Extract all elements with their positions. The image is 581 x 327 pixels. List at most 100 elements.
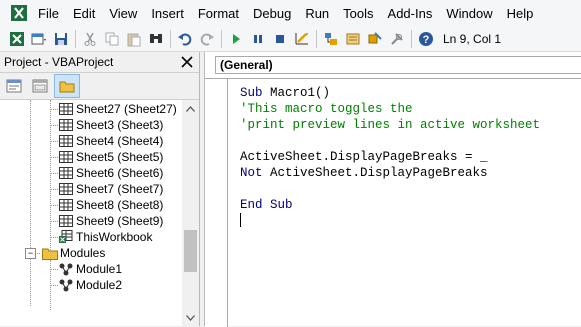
tree-line — [50, 269, 58, 270]
tree-item-sheet4[interactable]: Sheet4 (Sheet4) — [58, 133, 163, 149]
code-editor[interactable]: Sub Macro1() 'This macro toggles the'prin… — [205, 78, 581, 327]
reset-icon[interactable] — [269, 28, 291, 50]
project-explorer-icon[interactable] — [320, 28, 342, 50]
code-line[interactable]: Sub Macro1() — [240, 85, 540, 101]
tree-item-sheet5[interactable]: Sheet5 (Sheet5) — [58, 149, 163, 165]
tree-item-modules[interactable]: − Modules — [25, 245, 105, 261]
code-line[interactable]: ActiveSheet.DisplayPageBreaks = _ — [240, 149, 540, 165]
save-icon[interactable] — [50, 28, 72, 50]
tree-item-label: Sheet8 (Sheet8) — [76, 198, 164, 212]
code-token: ActiveSheet.DisplayPageBreaks — [270, 166, 488, 180]
menu-edit[interactable]: Edit — [73, 6, 95, 21]
object-combo[interactable]: (General) — [215, 56, 581, 74]
code-line[interactable]: End Sub — [240, 197, 540, 213]
code-line[interactable]: Not ActiveSheet.DisplayPageBreaks — [240, 165, 540, 181]
menu-window[interactable]: Window — [446, 6, 492, 21]
workbook-icon — [58, 230, 74, 244]
tree-item-sheet9[interactable]: Sheet9 (Sheet9) — [58, 213, 163, 229]
tree-line — [50, 285, 58, 286]
code-window: (General) Sub Macro1() 'This macro toggle… — [204, 52, 581, 327]
tree-item-sheet7[interactable]: Sheet7 (Sheet7) — [58, 181, 163, 197]
tree-item-sheet3[interactable]: Sheet3 (Sheet3) — [58, 117, 163, 133]
toolbar-separator — [170, 29, 171, 48]
tree-line — [50, 157, 58, 158]
code-line[interactable] — [240, 133, 540, 149]
paste-icon[interactable] — [123, 28, 145, 50]
code-line[interactable]: 'print preview lines in active worksheet — [240, 117, 540, 133]
design-mode-icon[interactable] — [291, 28, 313, 50]
cut-icon[interactable] — [79, 28, 101, 50]
code-token: ActiveSheet.DisplayPageBreaks = _ — [240, 150, 488, 164]
tree-item-sheet27[interactable]: Sheet27 (Sheet27) — [58, 101, 177, 117]
close-icon[interactable] — [179, 54, 195, 70]
tree-item-sheet8[interactable]: Sheet8 (Sheet8) — [58, 197, 163, 213]
code-line[interactable] — [240, 181, 540, 197]
scroll-down-icon[interactable] — [182, 309, 199, 326]
tree-item-label: Sheet3 (Sheet3) — [76, 118, 164, 132]
excel-app-icon[interactable] — [10, 4, 28, 22]
toggle-folders-icon[interactable] — [54, 74, 80, 98]
module-icon — [58, 278, 74, 292]
copy-icon[interactable] — [101, 28, 123, 50]
scrollbar-thumb[interactable] — [184, 230, 197, 272]
tree-line — [50, 125, 58, 126]
tree-item-label: Modules — [60, 246, 106, 260]
break-icon[interactable] — [247, 28, 269, 50]
code-line[interactable]: 'This macro toggles the — [240, 101, 540, 117]
run-icon[interactable] — [225, 28, 247, 50]
code-keyword: Not — [240, 166, 271, 180]
scroll-up-icon[interactable] — [182, 100, 199, 117]
project-explorer-toolbar — [0, 73, 199, 100]
menu-add-ins[interactable]: Add-Ins — [388, 6, 433, 21]
code-line[interactable] — [240, 213, 540, 229]
redo-icon[interactable] — [196, 28, 218, 50]
tree-item-label: ThisWorkbook — [76, 230, 153, 244]
tree-item-sheet6[interactable]: Sheet6 (Sheet6) — [58, 165, 163, 181]
collapse-expander[interactable]: − — [25, 247, 36, 259]
tree-item-module2[interactable]: Module2 — [58, 277, 122, 293]
toolbar-separator — [75, 29, 76, 48]
tree-item-label: Sheet27 (Sheet27) — [76, 102, 177, 116]
undo-icon[interactable] — [174, 28, 196, 50]
menu-insert[interactable]: Insert — [151, 6, 184, 21]
view-object-icon[interactable] — [28, 75, 52, 97]
code-keyword: Sub — [240, 86, 271, 100]
menu-debug[interactable]: Debug — [253, 6, 291, 21]
code-margin-indicator-bar[interactable] — [205, 79, 228, 327]
menu-view[interactable]: View — [109, 6, 137, 21]
menu-bar: File Edit View Insert Format Debug Run T… — [0, 0, 581, 26]
toolbox-icon[interactable] — [386, 28, 408, 50]
text-caret — [240, 213, 241, 227]
project-explorer-titlebar: Project - VBAProject — [0, 52, 199, 73]
object-browser-icon[interactable] — [364, 28, 386, 50]
tree-item-module1[interactable]: Module1 — [58, 261, 122, 277]
tree-line — [50, 205, 58, 206]
menu-run[interactable]: Run — [305, 6, 329, 21]
folder-icon — [42, 246, 58, 260]
project-tree-scrollbar[interactable] — [182, 100, 199, 326]
view-code-icon[interactable] — [2, 75, 26, 97]
toolbar-separator — [221, 29, 222, 48]
view-excel-icon[interactable] — [6, 28, 28, 50]
tree-item-label: Sheet7 (Sheet7) — [76, 182, 164, 196]
tree-item-label: Module2 — [76, 278, 123, 292]
properties-window-icon[interactable] — [342, 28, 364, 50]
code-keyword: End Sub — [240, 198, 293, 212]
find-icon[interactable] — [145, 28, 167, 50]
cursor-position: Ln 9, Col 1 — [443, 31, 502, 46]
tree-line — [50, 109, 58, 110]
worksheet-icon — [58, 214, 74, 228]
tree-item-label: Sheet9 (Sheet9) — [76, 214, 164, 228]
worksheet-icon — [58, 166, 74, 180]
code-token: Macro1() — [270, 86, 331, 100]
insert-module-icon[interactable] — [28, 28, 50, 50]
menu-format[interactable]: Format — [198, 6, 239, 21]
tree-line — [50, 237, 58, 238]
tree-item-thisworkbook[interactable]: ThisWorkbook — [58, 229, 152, 245]
menu-help[interactable]: Help — [507, 6, 534, 21]
menu-file[interactable]: File — [38, 6, 59, 21]
menu-tools[interactable]: Tools — [343, 6, 373, 21]
help-icon[interactable]: ? — [415, 28, 437, 50]
code-text[interactable]: Sub Macro1() 'This macro toggles the'prin… — [240, 85, 540, 229]
toolbar-separator — [411, 29, 412, 48]
